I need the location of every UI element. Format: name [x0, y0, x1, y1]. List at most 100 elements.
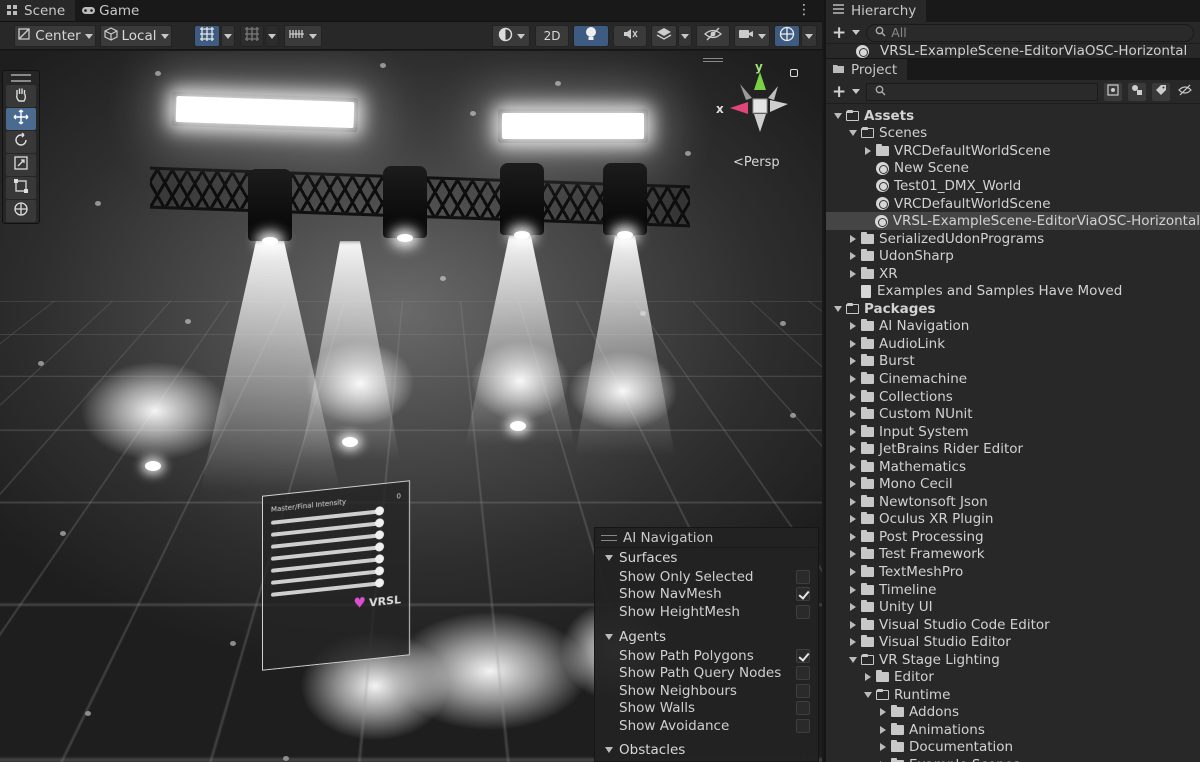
project-tree-item[interactable]: JetBrains Rider Editor [826, 440, 1200, 458]
effects-toggle-button[interactable] [651, 25, 677, 47]
hand-tool-button[interactable] [6, 85, 36, 107]
tab-game[interactable]: Game [75, 0, 149, 21]
ainav-option-row[interactable]: Show Avoidance [595, 717, 818, 735]
chevron-down-icon[interactable] [847, 654, 859, 666]
project-tree-item[interactable]: Addons [826, 704, 1200, 722]
ainav-option-row[interactable]: Show Path Query Nodes [595, 664, 818, 682]
tab-scene[interactable]: Scene [0, 0, 76, 21]
project-tree-item[interactable]: Scenes [826, 125, 1200, 143]
chevron-right-icon[interactable] [862, 145, 874, 157]
scene-visibility-button[interactable] [696, 25, 730, 47]
project-tree-item[interactable]: Newtonsoft Json [826, 493, 1200, 511]
ainav-option-checkbox[interactable] [796, 701, 810, 716]
chevron-down-icon[interactable] [832, 110, 844, 122]
ainav-option-checkbox[interactable] [796, 683, 810, 698]
camera-settings-dropdown[interactable] [734, 25, 770, 47]
project-tree-item[interactable]: TextMeshPro [826, 563, 1200, 581]
chevron-right-icon[interactable] [877, 724, 889, 736]
scale-tool-button[interactable] [6, 154, 36, 176]
project-tree-item[interactable]: UdonSharp [826, 247, 1200, 265]
chevron-right-icon[interactable] [862, 671, 874, 683]
project-tree-item[interactable]: Assets [826, 107, 1200, 125]
add-icon[interactable]: + [832, 83, 846, 100]
grid-snap-dropdown[interactable] [221, 25, 235, 47]
project-tree-item[interactable]: AudioLink [826, 335, 1200, 353]
label-tag-button[interactable] [1152, 82, 1170, 101]
gizmos-toggle-button[interactable] [774, 25, 800, 47]
hierarchy-search[interactable]: All [866, 23, 1194, 42]
project-tree-item[interactable]: Visual Studio Editor [826, 633, 1200, 651]
add-icon[interactable]: + [832, 24, 846, 41]
project-tree-item[interactable]: SerializedUdonPrograms [826, 230, 1200, 248]
project-tree-item[interactable]: Timeline [826, 581, 1200, 599]
project-tree-item[interactable]: VRCDefaultWorldScene [826, 195, 1200, 213]
draw-mode-dropdown[interactable] [492, 25, 530, 47]
ainav-option-checkbox[interactable] [796, 569, 810, 584]
drag-handle[interactable] [11, 74, 31, 82]
project-tree-item[interactable]: Input System [826, 423, 1200, 441]
chevron-right-icon[interactable] [847, 566, 859, 578]
ainav-section-agents[interactable]: Agents [595, 627, 818, 647]
project-tree-item[interactable]: Editor [826, 669, 1200, 687]
project-search-input[interactable] [866, 82, 1098, 101]
tab-hierarchy[interactable]: Hierarchy [826, 0, 927, 22]
chevron-right-icon[interactable] [847, 461, 859, 473]
tab-project[interactable]: Project [826, 59, 908, 80]
audio-toggle-button[interactable] [613, 25, 647, 47]
increment-snap-dropdown[interactable] [265, 25, 279, 47]
project-tree-item[interactable]: Visual Studio Code Editor [826, 616, 1200, 634]
ai-navigation-title-bar[interactable]: AI Navigation [595, 528, 818, 548]
chevron-right-icon[interactable] [847, 355, 859, 367]
project-tree-item[interactable]: Custom NUnit [826, 405, 1200, 423]
project-tree-item[interactable]: Test Framework [826, 546, 1200, 564]
project-tree-item[interactable]: Collections [826, 388, 1200, 406]
project-tree-item[interactable]: VR Stage Lighting [826, 651, 1200, 669]
ainav-option-row[interactable]: Show Path Polygons [595, 647, 818, 665]
chevron-right-icon[interactable] [847, 496, 859, 508]
effects-dropdown[interactable] [678, 25, 692, 47]
ainav-option-checkbox[interactable] [796, 587, 810, 602]
chevron-right-icon[interactable] [847, 584, 859, 596]
chevron-right-icon[interactable] [847, 443, 859, 455]
project-tree-item[interactable]: Runtime [826, 686, 1200, 704]
project-tree-item[interactable]: Unity UI [826, 598, 1200, 616]
project-tree-item[interactable]: AI Navigation [826, 318, 1200, 336]
chevron-right-icon[interactable] [847, 548, 859, 560]
project-tree-item[interactable]: XR [826, 265, 1200, 283]
search-by-label-button[interactable] [1128, 82, 1146, 101]
hierarchy-root-item[interactable]: VRSL-ExampleScene-EditorViaOSC-Horizonta… [826, 44, 1200, 58]
ainav-option-checkbox[interactable] [796, 648, 810, 663]
rect-tool-button[interactable] [6, 177, 36, 199]
chevron-right-icon[interactable] [877, 706, 889, 718]
chevron-right-icon[interactable] [847, 619, 859, 631]
chevron-right-icon[interactable] [847, 338, 859, 350]
pivot-center-dropdown[interactable]: Center [14, 25, 96, 47]
ainav-option-checkbox[interactable] [796, 718, 810, 733]
ainav-option-checkbox[interactable] [796, 666, 810, 681]
project-tree-item[interactable]: Documentation [826, 739, 1200, 757]
project-tree-item[interactable]: Cinemachine [826, 370, 1200, 388]
project-tree-item[interactable]: Burst [826, 353, 1200, 371]
chevron-right-icon[interactable] [847, 250, 859, 262]
chevron-right-icon[interactable] [847, 601, 859, 613]
chevron-down-icon[interactable] [852, 89, 861, 94]
ainav-option-row[interactable]: Show Neighbours [595, 682, 818, 700]
project-tree-item[interactable]: VRCDefaultWorldScene [826, 142, 1200, 160]
chevron-right-icon[interactable] [847, 531, 859, 543]
ainav-option-checkbox[interactable] [796, 604, 810, 619]
project-tree-item[interactable]: Test01_DMX_World [826, 177, 1200, 195]
ainav-option-row[interactable]: Show Walls [595, 700, 818, 718]
chevron-down-icon[interactable] [862, 689, 874, 701]
toggle-2d-button[interactable]: 2D [535, 25, 569, 47]
search-by-type-button[interactable] [1104, 82, 1122, 101]
project-tree-item[interactable]: Packages [826, 300, 1200, 318]
ruler-tools-button[interactable] [284, 25, 322, 47]
increment-snap-button[interactable] [240, 25, 264, 47]
transform-tool-button[interactable] [6, 200, 36, 222]
project-tree-item[interactable]: Post Processing [826, 528, 1200, 546]
ainav-section-surfaces[interactable]: Surfaces [595, 548, 818, 568]
ainav-option-row[interactable]: Show NavMesh [595, 586, 818, 604]
project-tree-item[interactable]: Mono Cecil [826, 475, 1200, 493]
ainav-option-row[interactable]: Show Only Selected [595, 568, 818, 586]
project-tree-item[interactable]: New Scene [826, 160, 1200, 178]
